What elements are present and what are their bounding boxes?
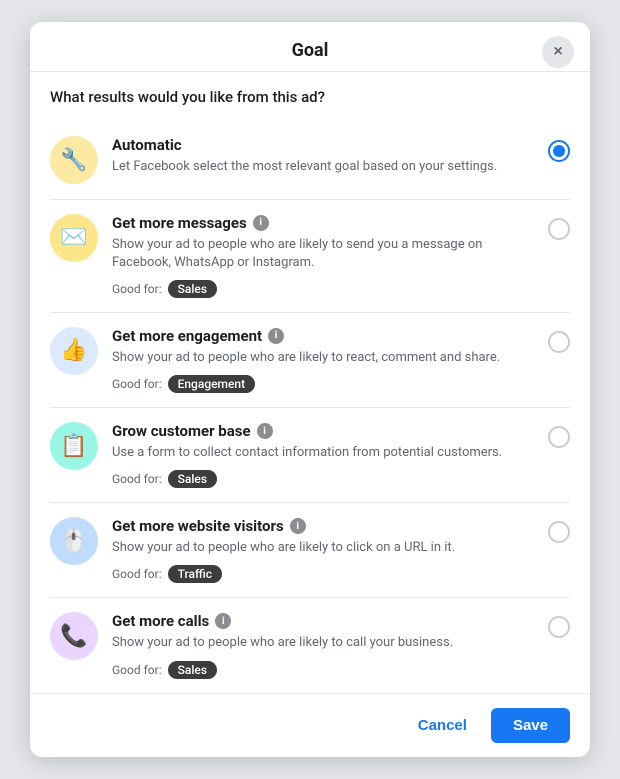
goal-desc-calls: Show your ad to people who are likely to… — [112, 634, 538, 652]
modal-title: Goal — [292, 40, 329, 61]
info-icon-website[interactable]: i — [290, 518, 306, 534]
goals-list: 🔧 Automatic Let Facebook select the most r… — [50, 122, 570, 692]
radio-engagement[interactable] — [548, 331, 570, 353]
goal-icon-customer: 📋 — [50, 422, 98, 470]
info-icon-engagement[interactable]: i — [268, 328, 284, 344]
goal-item-messages[interactable]: ✉️ Get more messages i Show your ad to peop… — [50, 200, 570, 313]
radio-calls[interactable] — [548, 616, 570, 638]
goal-name-engagement: Get more engagement — [112, 327, 262, 345]
good-for-label-customer: Good for: — [112, 472, 162, 486]
goal-tag-engagement: Engagement — [168, 375, 256, 393]
good-for-label-calls: Good for: — [112, 663, 162, 677]
good-for-row-calls: Good for: Sales — [112, 661, 538, 679]
radio-website[interactable] — [548, 521, 570, 543]
goal-content-automatic: Automatic Let Facebook select the most re… — [112, 136, 538, 184]
goal-tag-website: Traffic — [168, 565, 222, 583]
goal-item-calls[interactable]: 📞 Get more calls i Show your ad to people w… — [50, 598, 570, 692]
goal-title-row-calls: Get more calls i — [112, 612, 538, 630]
goal-item-engagement[interactable]: 👍 Get more engagement i Show your ad to peo… — [50, 313, 570, 408]
goal-tag-messages: Sales — [168, 280, 217, 298]
goal-modal: Goal × What results would you like from … — [30, 22, 590, 756]
info-icon-messages[interactable]: i — [253, 215, 269, 231]
goal-icon-automatic: 🔧 — [50, 136, 98, 184]
goal-content-website: Get more website visitors i Show your ad t… — [112, 517, 538, 583]
goal-name-customer: Grow customer base — [112, 422, 251, 440]
good-for-label-messages: Good for: — [112, 282, 162, 296]
goal-icon-messages: ✉️ — [50, 214, 98, 262]
radio-customer[interactable] — [548, 426, 570, 448]
good-for-row-messages: Good for: Sales — [112, 280, 538, 298]
info-icon-calls[interactable]: i — [215, 613, 231, 629]
section-question: What results would you like from this ad… — [50, 88, 570, 106]
good-for-row-engagement: Good for: Engagement — [112, 375, 538, 393]
good-for-label-engagement: Good for: — [112, 377, 162, 391]
modal-body: What results would you like from this ad… — [30, 72, 590, 692]
info-icon-customer[interactable]: i — [257, 423, 273, 439]
goal-item-website[interactable]: 🖱️ Get more website visitors i Show your ad… — [50, 503, 570, 598]
goal-desc-engagement: Show your ad to people who are likely to… — [112, 349, 538, 367]
radio-messages[interactable] — [548, 218, 570, 240]
goal-desc-automatic: Let Facebook select the most relevant go… — [112, 158, 538, 176]
goal-title-row-customer: Grow customer base i — [112, 422, 538, 440]
goal-item-customer[interactable]: 📋 Grow customer base i Use a form to collec… — [50, 408, 570, 503]
goal-item-automatic[interactable]: 🔧 Automatic Let Facebook select the most r… — [50, 122, 570, 199]
goal-title-row-automatic: Automatic — [112, 136, 538, 154]
modal-footer: Cancel Save — [30, 693, 590, 757]
goal-title-row-engagement: Get more engagement i — [112, 327, 538, 345]
goal-content-engagement: Get more engagement i Show your ad to peop… — [112, 327, 538, 393]
close-button[interactable]: × — [542, 36, 574, 68]
save-button[interactable]: Save — [491, 708, 570, 743]
goal-name-website: Get more website visitors — [112, 517, 284, 535]
radio-automatic[interactable] — [548, 140, 570, 162]
goal-content-customer: Grow customer base i Use a form to collect… — [112, 422, 538, 488]
goal-icon-engagement: 👍 — [50, 327, 98, 375]
goal-icon-calls: 📞 — [50, 612, 98, 660]
goal-name-automatic: Automatic — [112, 136, 182, 154]
goal-desc-website: Show your ad to people who are likely to… — [112, 539, 538, 557]
good-for-label-website: Good for: — [112, 567, 162, 581]
good-for-row-website: Good for: Traffic — [112, 565, 538, 583]
modal-header: Goal × — [30, 22, 590, 72]
cancel-button[interactable]: Cancel — [404, 709, 481, 742]
goal-content-calls: Get more calls i Show your ad to people wh… — [112, 612, 538, 678]
goal-content-messages: Get more messages i Show your ad to people… — [112, 214, 538, 298]
goal-icon-website: 🖱️ — [50, 517, 98, 565]
goal-title-row-website: Get more website visitors i — [112, 517, 538, 535]
goal-title-row-messages: Get more messages i — [112, 214, 538, 232]
goal-tag-calls: Sales — [168, 661, 217, 679]
goal-desc-messages: Show your ad to people who are likely to… — [112, 236, 538, 272]
goal-name-messages: Get more messages — [112, 214, 247, 232]
goal-desc-customer: Use a form to collect contact informatio… — [112, 444, 538, 462]
good-for-row-customer: Good for: Sales — [112, 470, 538, 488]
modal-overlay: Goal × What results would you like from … — [0, 0, 620, 779]
goal-name-calls: Get more calls — [112, 612, 209, 630]
goal-tag-customer: Sales — [168, 470, 217, 488]
